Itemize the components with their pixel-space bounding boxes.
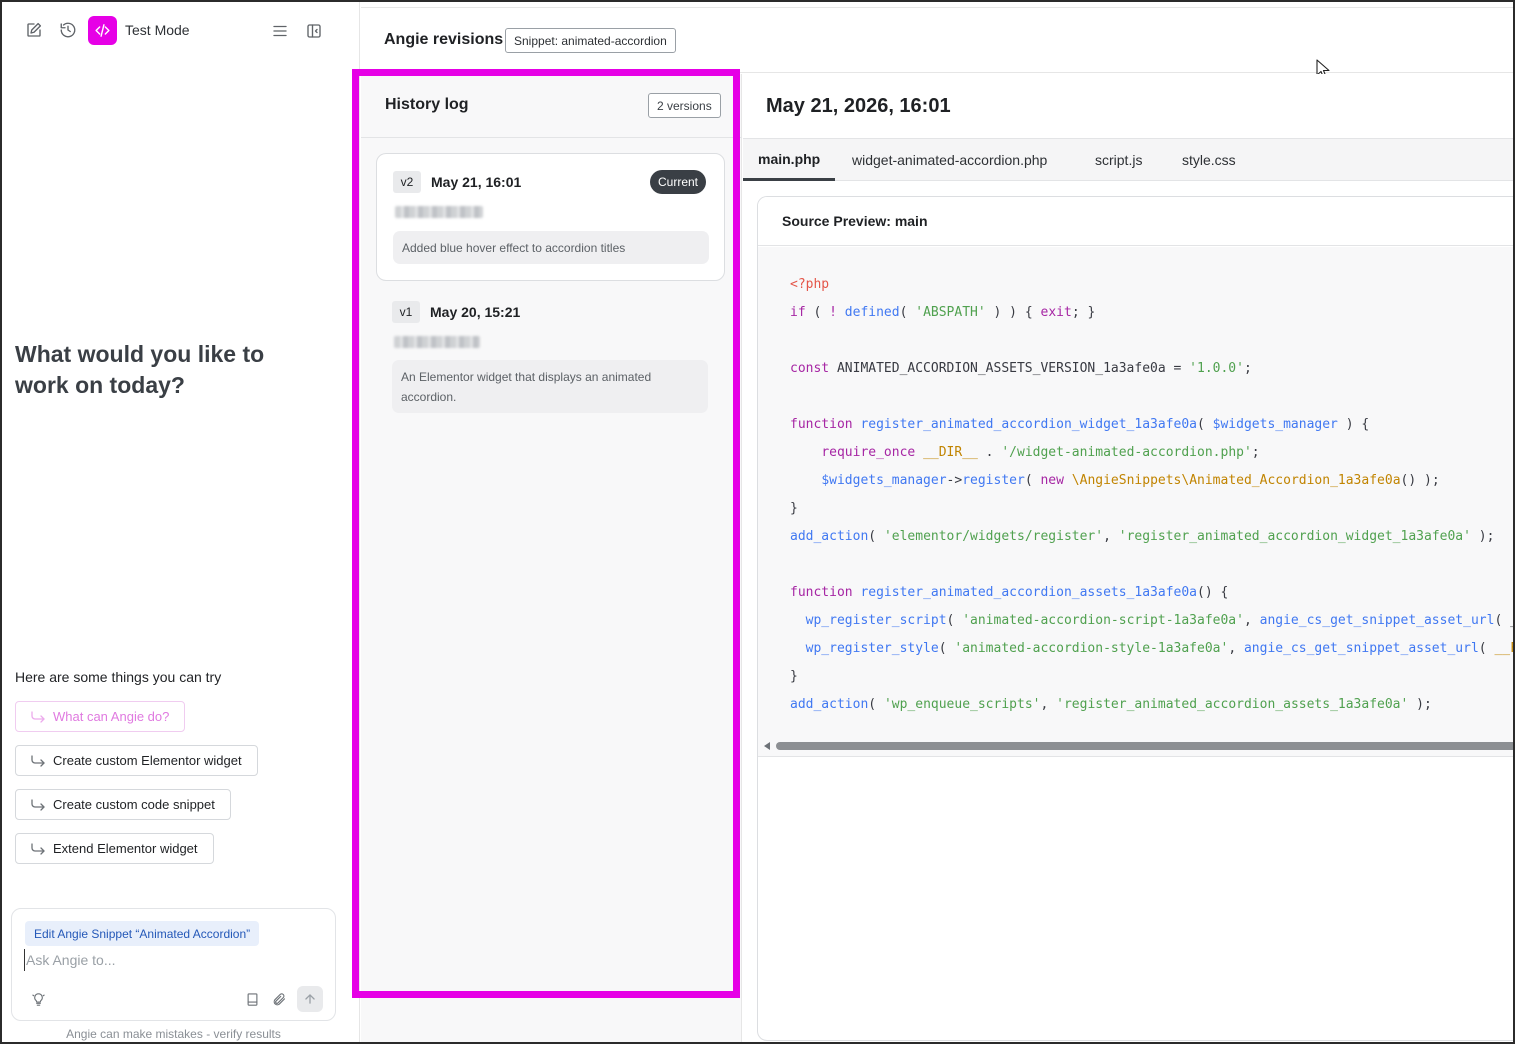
file-tabs: main.php widget-animated-accordion.php s… — [743, 138, 1513, 181]
horizontal-scrollbar[interactable] — [764, 741, 1513, 751]
history-log-panel: History log 2 versions v2 May 21, 16:01 … — [361, 74, 742, 1042]
angie-logo-icon — [88, 16, 117, 45]
chat-composer: Edit Angie Snippet “Animated Accordion” — [11, 908, 336, 1021]
tab-style-css[interactable]: style.css — [1167, 139, 1251, 181]
version-description: An Elementor widget that displays an ani… — [392, 360, 708, 413]
tab-main-php[interactable]: main.php — [743, 139, 836, 181]
book-icon[interactable] — [243, 990, 261, 1008]
mode-label: Test Mode — [125, 22, 190, 38]
context-tag[interactable]: Edit Angie Snippet “Animated Accordion” — [25, 921, 260, 946]
version-badge: v1 — [392, 301, 420, 323]
return-arrow-icon — [31, 842, 45, 855]
revisions-title: Angie revisions — [384, 31, 504, 48]
send-button[interactable] — [297, 986, 323, 1012]
code-line: if ( ! defined( 'ABSPATH' ) ) { exit; } — [790, 305, 1096, 320]
code-line: require_once __DIR__ . '/widget-animated… — [821, 445, 1260, 460]
return-arrow-icon — [31, 754, 45, 767]
return-arrow-icon — [31, 798, 45, 811]
suggestion-create-custom-elementor-widget[interactable]: Create custom Elementor widget — [15, 745, 258, 776]
suggestion-create-custom-code-snippet[interactable]: Create custom code snippet — [15, 789, 231, 820]
scrollbar-thumb[interactable] — [776, 742, 1513, 750]
source-panel: May 21, 2026, 16:01 main.php widget-anim… — [743, 74, 1513, 1042]
suggestion-label: Create custom Elementor widget — [53, 753, 242, 768]
code-line: } — [790, 501, 798, 516]
lightbulb-icon[interactable] — [29, 990, 47, 1008]
source-preview-title: Source Preview: main — [782, 213, 928, 229]
code-line: <?php — [790, 277, 830, 292]
suggestion-what-can-angie-do[interactable]: What can Angie do? — [15, 701, 186, 732]
history-log-title: History log — [385, 96, 469, 113]
code-line: } — [790, 669, 798, 684]
code-line: add_action( 'elementor/widgets/register'… — [790, 529, 1495, 544]
return-arrow-icon — [31, 710, 45, 723]
version-item-v2[interactable]: v2 May 21, 16:01 Current Added blue hove… — [376, 153, 725, 281]
arrow-up-icon — [305, 994, 315, 1004]
version-date: May 21, 16:01 — [431, 174, 522, 190]
code-line: const ANIMATED_ACCORDION_ASSETS_VERSION_… — [790, 361, 1252, 376]
version-date: May 20, 15:21 — [430, 304, 521, 320]
code-line: function register_animated_accordion_wid… — [790, 417, 1370, 432]
redacted-author — [394, 336, 480, 348]
suggestion-label: Extend Elementor widget — [53, 841, 198, 856]
code-block: <?php if ( ! defined( 'ABSPATH' ) ) { ex… — [790, 271, 1513, 719]
version-badge: v2 — [393, 171, 421, 193]
code-line: function register_animated_accordion_ass… — [790, 585, 1229, 600]
version-item-v1[interactable]: v1 May 20, 15:21 An Elementor widget tha… — [376, 291, 725, 419]
scroll-left-icon[interactable] — [764, 742, 770, 750]
suggestion-label: Create custom code snippet — [53, 797, 215, 812]
code-line: add_action( 'wp_enqueue_scripts', 'regis… — [790, 697, 1432, 712]
source-preview-header: Source Preview: main — [758, 197, 1513, 246]
tab-script-js[interactable]: script.js — [1080, 139, 1157, 181]
code-viewer[interactable]: <?php if ( ! defined( 'ABSPATH' ) ) { ex… — [758, 247, 1513, 757]
new-chat-icon[interactable] — [22, 18, 46, 42]
suggestions-title: Here are some things you can try — [15, 669, 222, 685]
version-description: Added blue hover effect to accordion tit… — [393, 231, 709, 264]
disclaimer-text: Angie can make mistakes - verify results — [66, 1027, 281, 1041]
redacted-author — [395, 206, 483, 218]
angie-toolbar: Test Mode — [22, 16, 332, 46]
suggestion-label: What can Angie do? — [53, 709, 170, 724]
app-window: Test Mode What would you like to work on… — [0, 0, 1515, 1044]
history-icon[interactable] — [56, 18, 80, 42]
angie-panel: Test Mode What would you like to work on… — [2, 2, 360, 1042]
source-preview-card: Source Preview: main <?php if ( ! define… — [757, 196, 1513, 1041]
snippet-tag: Snippet: animated-accordion — [505, 28, 676, 53]
code-line: wp_register_style( 'animated-accordion-s… — [805, 641, 1513, 656]
history-log-header: History log 2 versions — [361, 74, 742, 138]
code-line: wp_register_script( 'animated-accordion-… — [805, 613, 1513, 628]
revision-date-heading: May 21, 2026, 16:01 — [766, 95, 951, 117]
collapse-sidebar-icon[interactable] — [302, 19, 326, 43]
ask-input[interactable] — [24, 949, 314, 971]
versions-count-badge: 2 versions — [648, 93, 721, 118]
suggestion-extend-elementor-widget[interactable]: Extend Elementor widget — [15, 833, 214, 864]
current-status-badge: Current — [650, 170, 707, 194]
menu-icon[interactable] — [268, 19, 292, 43]
code-line: $widgets_manager->register( new \AngieSn… — [821, 473, 1440, 488]
revisions-header: Angie revisions Snippet: animated-accord… — [361, 7, 1513, 79]
tab-widget-animated-accordion-php[interactable]: widget-animated-accordion.php — [837, 139, 1062, 181]
welcome-heading: What would you like to work on today? — [15, 341, 265, 398]
paperclip-icon[interactable] — [270, 990, 288, 1008]
